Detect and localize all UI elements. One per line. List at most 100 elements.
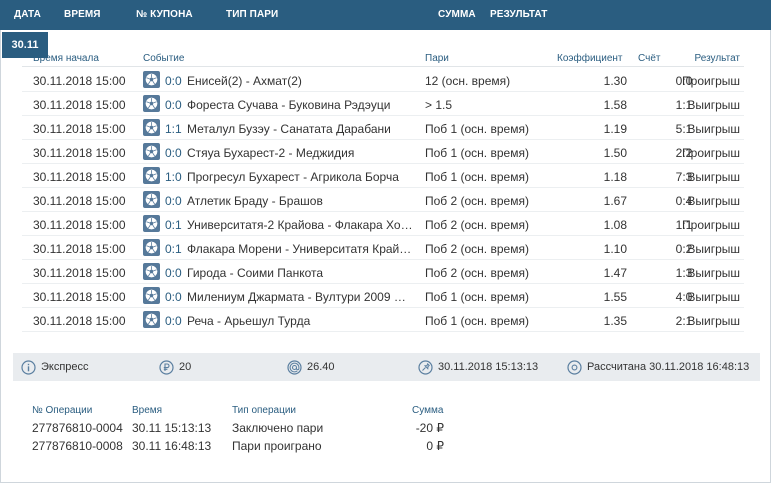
bet-result-status: Выигрыш: [687, 122, 740, 136]
bet-coefficient: 1.10: [603, 242, 627, 256]
op-id: 277876810-0004: [32, 421, 123, 435]
bet-start-time: 30.11.2018 15:00: [33, 266, 126, 280]
bet-event-link[interactable]: Прогресул Бухарест - Агрикола Борча: [187, 170, 413, 184]
bet-result-status: Выигрыш: [687, 314, 740, 328]
bet-start-time: 30.11.2018 15:00: [33, 194, 126, 208]
bet-row: 30.11.2018 15:00 0:0 Стяуа Бухарест-2 - …: [22, 140, 744, 164]
bet-outcome-type: Поб 1 (осн. время): [425, 122, 529, 136]
bet-outcome-type: Поб 2 (осн. время): [425, 218, 529, 232]
bet-coefficient: 1.08: [603, 218, 627, 232]
nav-result[interactable]: РЕЗУЛЬТАТ: [490, 9, 547, 20]
pin-icon: [418, 359, 433, 375]
bet-event-link[interactable]: Металул Бузэу - Санатата Дарабани: [187, 122, 413, 136]
bets-table-header: Время начала Событие Пари Коэффициент Сч…: [22, 49, 744, 67]
bet-event-link[interactable]: Енисей(2) - Ахмат(2): [187, 74, 413, 88]
ops-header-type: Тип операции: [232, 405, 297, 416]
bet-current-score: 0:0: [165, 290, 182, 304]
bet-row: 30.11.2018 15:00 0:0 Енисей(2) - Ахмат(2…: [22, 68, 744, 92]
bet-coefficient: 1.30: [603, 74, 627, 88]
bet-start-time: 30.11.2018 15:00: [33, 170, 126, 184]
ops-header-time: Время: [132, 405, 163, 416]
ruble-icon: [159, 359, 174, 375]
bet-result-status: Выигрыш: [687, 194, 740, 208]
bet-current-score: 0:0: [165, 74, 182, 88]
bet-outcome-type: Поб 2 (осн. время): [425, 194, 529, 208]
soccer-ball-icon: [143, 119, 160, 136]
bet-row: 30.11.2018 15:00 0:1 Университатя-2 Край…: [22, 212, 744, 236]
bet-current-score: 0:0: [165, 314, 182, 328]
bet-event-link[interactable]: Стяуа Бухарест-2 - Меджидия: [187, 146, 413, 160]
soccer-ball-icon: [143, 143, 160, 160]
summary-bet-type: Экспресс: [21, 359, 89, 375]
bet-outcome-type: Поб 1 (осн. время): [425, 314, 529, 328]
bet-start-time: 30.11.2018 15:00: [33, 290, 126, 304]
summary-stake-value: 20: [179, 361, 192, 373]
bet-outcome-type: > 1.5: [425, 98, 453, 112]
op-sum: 0 ₽: [426, 439, 444, 453]
bet-event-link[interactable]: Университатя-2 Крайова - Флакара Хоризон…: [187, 218, 413, 232]
header-coef: Коэффициент: [557, 53, 623, 64]
nav-date[interactable]: ДАТА: [14, 9, 41, 20]
op-time: 30.11 15:13:13: [132, 421, 212, 435]
bet-outcome-type: Поб 1 (осн. время): [425, 170, 529, 184]
bet-event-link[interactable]: Флакара Морени - Университатя Крайова-2: [187, 242, 413, 256]
bet-row: 30.11.2018 15:00 0:0 Гирода - Соими Панк…: [22, 260, 744, 284]
bet-outcome-type: Поб 2 (осн. время): [425, 242, 529, 256]
nav-sum[interactable]: СУММА: [438, 9, 476, 20]
bet-event-link[interactable]: Гирода - Соими Панкота: [187, 266, 413, 280]
ops-header-sum: Сумма: [412, 405, 444, 416]
bet-event-link[interactable]: Фореста Сучава - Буковина Рэдэуци: [187, 98, 413, 112]
at-icon: [287, 359, 302, 375]
op-sum: -20 ₽: [415, 421, 444, 435]
bet-coefficient: 1.67: [603, 194, 627, 208]
bet-outcome-type: Поб 1 (осн. время): [425, 290, 529, 304]
bet-start-time: 30.11.2018 15:00: [33, 242, 126, 256]
bet-row: 30.11.2018 15:00 0:0 Реча - Арьешул Турд…: [22, 308, 744, 332]
op-id: 277876810-0008: [32, 439, 123, 453]
bet-result-status: Выигрыш: [687, 242, 740, 256]
soccer-ball-icon: [143, 167, 160, 184]
soccer-ball-icon: [143, 311, 160, 328]
soccer-ball-icon: [143, 95, 160, 112]
coupon-summary-bar: Экспресс 20 26.40 30.11.2018 15:13:13 Ра…: [13, 353, 760, 381]
bet-row: 30.11.2018 15:00 0:0 Фореста Сучава - Бу…: [22, 92, 744, 116]
header-event: Событие: [143, 53, 185, 64]
bet-event-link[interactable]: Реча - Арьешул Турда: [187, 314, 413, 328]
bet-current-score: 0:1: [165, 242, 182, 256]
date-tab[interactable]: 30.11: [2, 32, 48, 58]
header-bet: Пари: [425, 53, 449, 64]
bet-coefficient: 1.18: [603, 170, 627, 184]
bet-event-link[interactable]: Атлетик Браду - Брашов: [187, 194, 413, 208]
bet-start-time: 30.11.2018 15:00: [33, 74, 126, 88]
bet-result-status: Выигрыш: [687, 290, 740, 304]
soccer-ball-icon: [143, 71, 160, 88]
summary-placed-at: 30.11.2018 15:13:13: [418, 359, 538, 375]
bet-row: 30.11.2018 15:00 0:0 Милениум Джармата -…: [22, 284, 744, 308]
summary-total-coef: 26.40: [287, 359, 335, 375]
op-type: Заключено пари: [232, 421, 324, 435]
summary-stake: 20: [159, 359, 191, 375]
bet-result-status: Проигрыш: [682, 74, 740, 88]
bet-row: 30.11.2018 15:00 0:1 Флакара Морени - Ун…: [22, 236, 744, 260]
bet-start-time: 30.11.2018 15:00: [33, 146, 126, 160]
top-nav-bar: ДАТА ВРЕМЯ № КУПОНА ТИП ПАРИ СУММА РЕЗУЛ…: [0, 0, 771, 30]
op-time: 30.11 16:48:13: [132, 439, 212, 453]
bet-result-status: Выигрыш: [687, 170, 740, 184]
nav-bet-type[interactable]: ТИП ПАРИ: [226, 9, 278, 20]
bet-current-score: 1:0: [165, 170, 182, 184]
bet-outcome-type: Поб 1 (осн. время): [425, 146, 529, 160]
nav-time[interactable]: ВРЕМЯ: [64, 9, 101, 20]
bet-start-time: 30.11.2018 15:00: [33, 122, 126, 136]
nav-coupon[interactable]: № КУПОНА: [136, 9, 193, 20]
header-score: Счёт: [638, 53, 661, 64]
bet-outcome-type: Поб 2 (осн. время): [425, 266, 529, 280]
bet-row: 30.11.2018 15:00 0:0 Атлетик Браду - Бра…: [22, 188, 744, 212]
summary-settled-value: Рассчитана 30.11.2018 16:48:13: [587, 361, 750, 373]
info-icon: [21, 359, 36, 375]
bet-result-status: Проигрыш: [682, 146, 740, 160]
bet-row: 30.11.2018 15:00 1:0 Прогресул Бухарест …: [22, 164, 744, 188]
bet-coefficient: 1.58: [603, 98, 627, 112]
settled-circle-icon: [567, 359, 582, 375]
op-type: Пари проиграно: [232, 439, 322, 453]
bet-event-link[interactable]: Милениум Джармата - Вултури 2009 Лугож: [187, 290, 413, 304]
